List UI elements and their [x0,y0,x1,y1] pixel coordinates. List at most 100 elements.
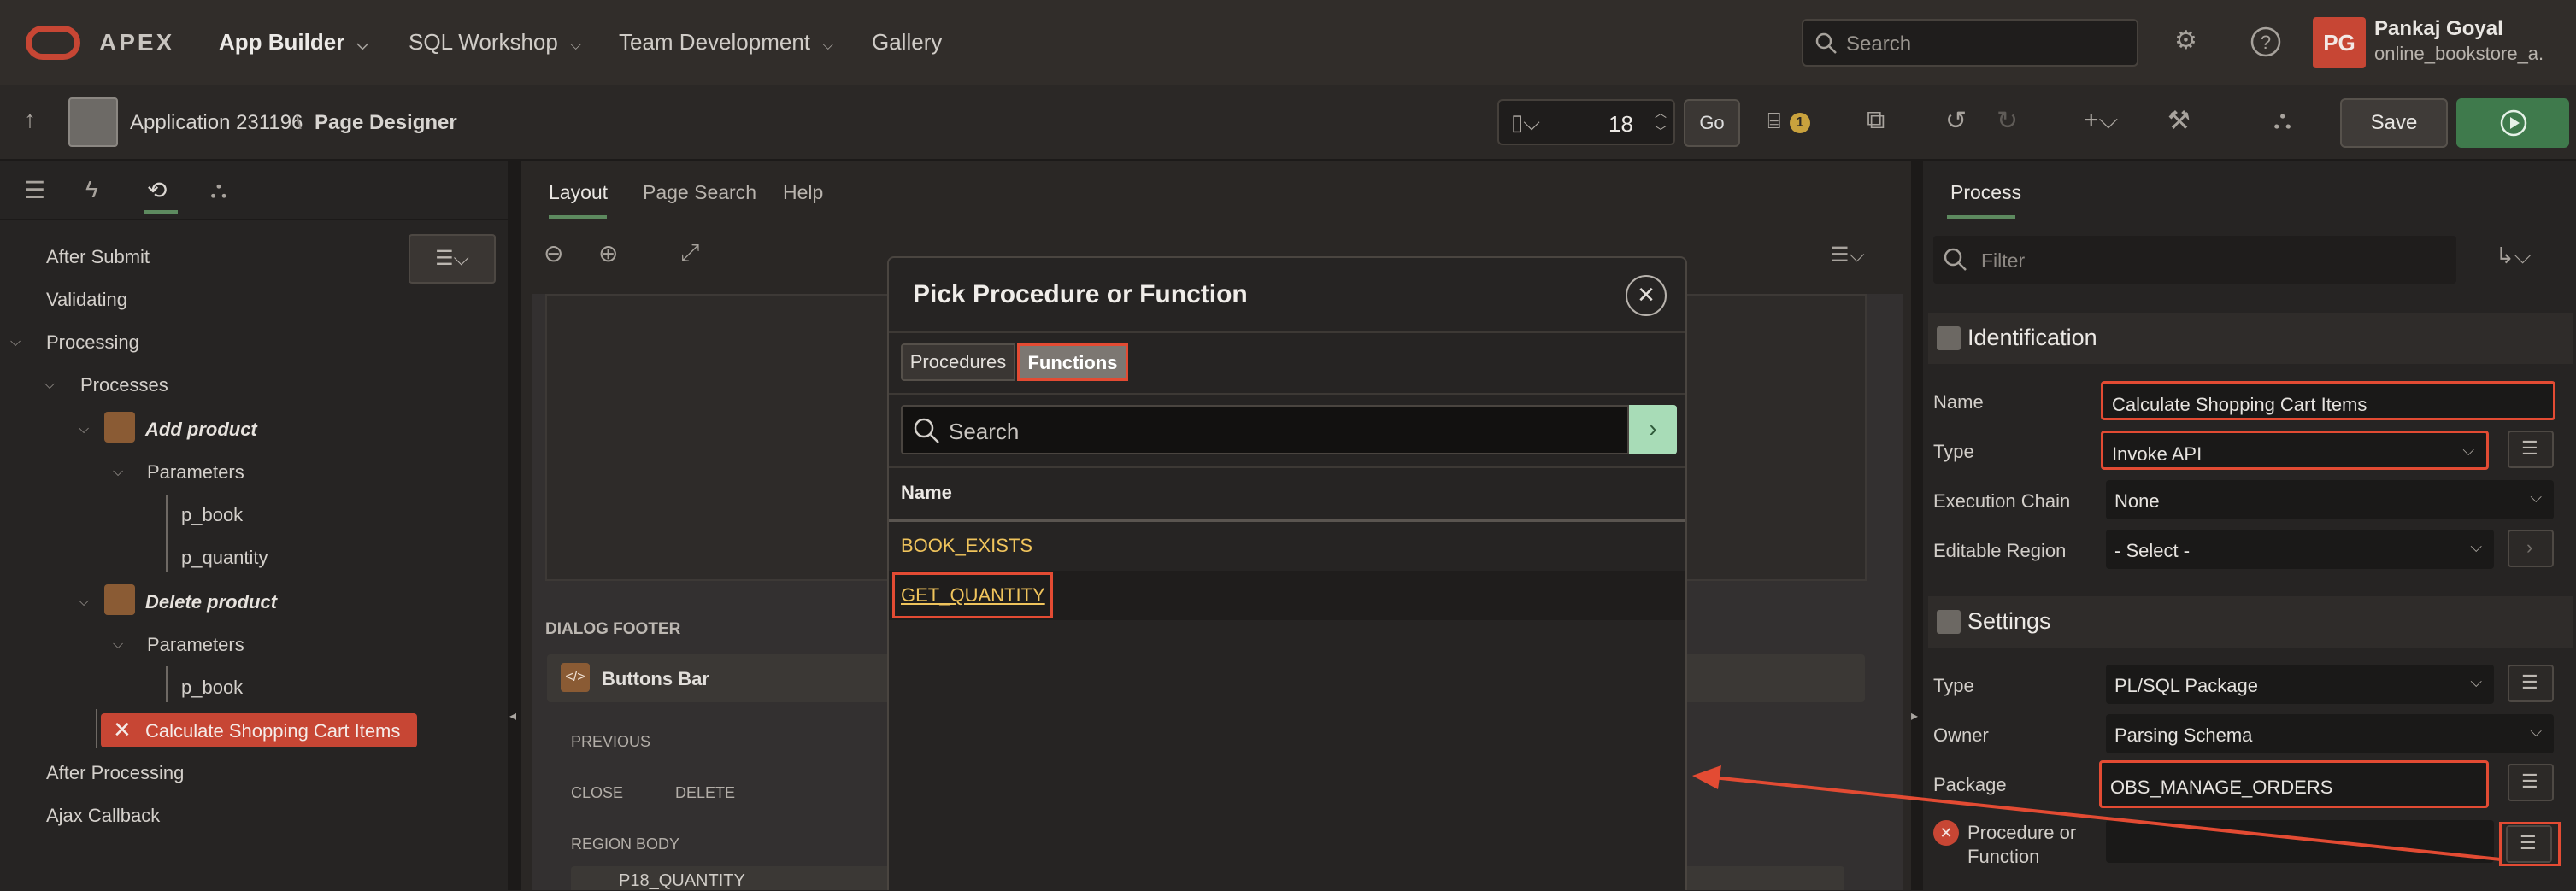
tree-after-processing[interactable]: After Processing [46,762,184,784]
dialog-footer-label: DIALOG FOOTER [545,620,681,638]
chevron-down-icon[interactable]: ⌵ [10,335,21,350]
page-number-field[interactable]: ▯⌵ 18 ︿ ﹀ [1497,99,1675,145]
global-search-input[interactable]: Search [1802,19,2138,67]
close-icon[interactable]: ✕ [1626,275,1667,316]
processing-tab-icon[interactable]: ⟲ [147,176,167,204]
chevron-down-icon[interactable]: ⌵ [113,637,123,653]
page-icon[interactable]: ▯⌵ [1511,109,1540,137]
tree-after-submit[interactable]: After Submit [46,246,150,268]
nav-app-builder[interactable]: App Builder ⌵ [219,29,368,56]
button-delete[interactable]: DELETE [675,784,735,802]
nav-gallery[interactable]: Gallery [872,29,942,56]
help-icon[interactable]: ? [2250,26,2282,58]
button-close[interactable]: CLOSE [571,784,623,802]
collapse-checkbox-icon[interactable] [1937,326,1961,350]
tree-delete-product[interactable]: Delete product [145,591,277,613]
page-number-value[interactable]: 18 [1609,111,1633,138]
save-button[interactable]: Save [2340,98,2448,148]
tree-processing[interactable]: Processing [46,331,139,354]
section-identification[interactable]: Identification [1928,313,2573,364]
go-button[interactable]: Go [1684,99,1740,147]
tab-page-search[interactable]: Page Search [643,181,756,204]
run-button[interactable] [2456,98,2569,148]
list-item[interactable]: GET_QUANTITY [889,571,1685,620]
utilities-icon[interactable]: ⚒ [2167,106,2191,136]
package-input[interactable]: OBS_MANAGE_ORDERS [2099,760,2489,808]
type-select[interactable]: Invoke API ⌵ [2101,431,2489,470]
shared-components-icon[interactable]: ⛬ [2273,106,2291,135]
nav-team-development[interactable]: Team Development ⌵ [619,29,834,56]
go-to-region-button[interactable]: › [2508,530,2554,567]
function-book-exists[interactable]: BOOK_EXISTS [901,535,1032,557]
tree-param-p-book[interactable]: p_book [181,677,243,699]
collapse-left-icon[interactable]: ◂ [509,707,516,724]
procedure-input[interactable] [2106,820,2494,863]
left-splitter[interactable] [508,161,521,890]
shared-components-tab-icon[interactable]: ⛬ [210,176,227,204]
stepper-up-icon[interactable]: ︿ [1655,104,1667,121]
settings-type-select[interactable]: PL/SQL Package ⌵ [2106,665,2494,704]
stepper-down-icon[interactable]: ﹀ [1655,123,1667,140]
zoom-out-icon[interactable]: ⊖ [544,239,563,267]
procedure-list-button[interactable]: ☰ [2506,825,2552,863]
user-name[interactable]: Pankaj Goyal [2374,17,2503,41]
tab-functions[interactable]: Functions [1017,343,1128,381]
apex-brand[interactable]: APEX [99,29,174,56]
tab-procedures[interactable]: Procedures [901,343,1015,381]
list-button[interactable]: ☰ [2508,431,2554,468]
chevron-down-icon[interactable]: ⌵ [113,465,123,480]
lock-page-icon[interactable]: ⧉ [1867,106,1885,135]
error-icon: ✕ [1933,820,1959,846]
search-go-button[interactable]: › [1629,405,1677,454]
arrow-up-icon[interactable]: ↑ [24,106,36,133]
layout-menu-icon[interactable]: ☰⌵ [1831,243,1865,267]
tree-add-product[interactable]: Add product [145,419,257,441]
application-icon[interactable] [68,97,118,147]
expand-icon[interactable]: ⤢ [680,239,699,267]
editable-region-select[interactable]: - Select - ⌵ [2106,530,2494,569]
execution-chain-select[interactable]: None ⌵ [2106,480,2554,519]
tree-processes[interactable]: Processes [80,374,168,396]
create-menu-icon[interactable]: +⌵ [2084,106,2118,135]
chevron-down-icon[interactable]: ⌵ [44,378,55,393]
user-settings-icon[interactable]: ⚙ [2174,26,2197,56]
tree-validating[interactable]: Validating [46,289,127,311]
collapse-right-icon[interactable]: ▸ [1911,707,1918,724]
tree-ajax-callback[interactable]: Ajax Callback [46,805,160,827]
chevron-down-icon[interactable]: ⌵ [79,595,89,610]
tree-menu-button[interactable]: ☰⌵ [409,234,496,284]
zoom-in-icon[interactable]: ⊕ [598,239,618,267]
rendering-tab-icon[interactable]: ☰ [24,176,45,204]
list-button[interactable]: ☰ [2508,764,2554,801]
tree-parameters[interactable]: Parameters [147,461,244,484]
tab-process[interactable]: Process [1950,181,2021,204]
collapse-checkbox-icon[interactable] [1937,610,1961,634]
section-settings[interactable]: Settings [1928,596,2573,648]
list-button[interactable]: ☰ [2508,665,2554,702]
go-to-group-icon[interactable]: ↳⌵ [2496,243,2532,270]
application-link[interactable]: Application 231196 [130,111,303,135]
nav-sql-workshop[interactable]: SQL Workshop ⌵ [409,29,582,56]
chevron-down-icon: ⌵ [356,36,368,53]
right-splitter[interactable] [1911,161,1923,890]
column-header-name[interactable]: Name [901,482,952,504]
tree-param-p-quantity[interactable]: p_quantity [181,547,268,569]
tree-parameters[interactable]: Parameters [147,634,244,656]
messages-icon[interactable]: ⌸ [1767,108,1781,135]
avatar[interactable]: PG [2313,17,2366,68]
name-input[interactable]: Calculate Shopping Cart Items [2101,381,2555,420]
dynamic-actions-tab-icon[interactable]: ϟ [85,176,98,203]
owner-select[interactable]: Parsing Schema ⌵ [2106,714,2554,753]
oracle-logo-icon[interactable] [26,26,80,60]
tab-layout[interactable]: Layout [549,181,608,204]
chevron-down-icon[interactable]: ⌵ [79,422,89,437]
function-get-quantity[interactable]: GET_QUANTITY [901,584,1045,607]
search-icon [1944,248,1967,271]
undo-icon[interactable]: ↺ [1945,106,1967,136]
list-item[interactable]: BOOK_EXISTS [889,521,1685,571]
tree-selected-process[interactable]: ✕ Calculate Shopping Cart Items [101,713,417,747]
filter-input[interactable]: Filter [1933,236,2456,284]
tree-param-p-book[interactable]: p_book [181,504,243,526]
dialog-search-input[interactable]: Search [901,405,1629,454]
tab-help[interactable]: Help [783,181,823,204]
